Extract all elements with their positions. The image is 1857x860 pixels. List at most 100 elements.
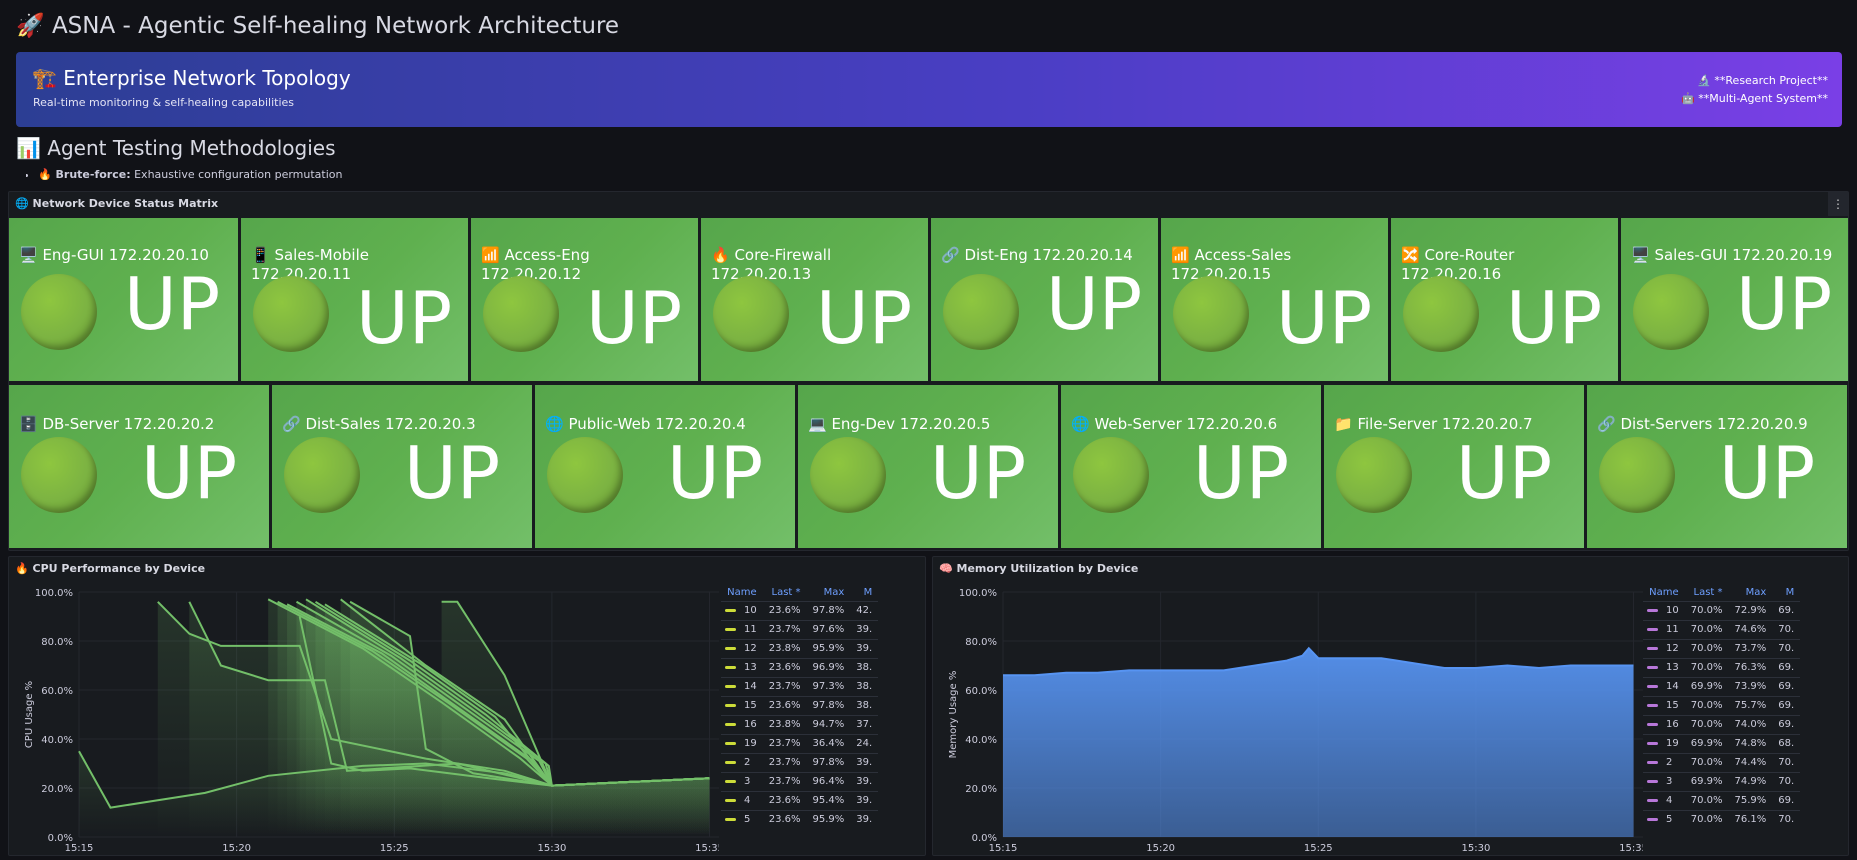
legend-row[interactable]: 10 23.6% 97.8% 42.	[721, 600, 879, 620]
legend-series-name: 16	[1643, 714, 1685, 734]
legend-header[interactable]: Max	[1729, 585, 1773, 601]
series-swatch-icon	[1647, 627, 1658, 631]
device-status-tile[interactable]: 🖥️ Sales-GUI 172.20.20.19 UP	[1621, 218, 1848, 381]
device-status-tile[interactable]: 📶 Access-Sales 172.20.20.15 UP	[1161, 218, 1388, 381]
legend-value: 23.8%	[762, 714, 807, 734]
legend-row[interactable]: 10 70.0% 72.9% 69.	[1643, 600, 1801, 620]
legend-name-text: 15	[1666, 700, 1679, 711]
y-tick-label: 80.0%	[41, 637, 73, 648]
legend-value: 96.4%	[806, 771, 851, 791]
legend-header[interactable]: M	[1772, 585, 1800, 601]
legend-header[interactable]: Last *	[763, 585, 807, 601]
legend-row[interactable]: 19 69.9% 74.8% 68.	[1643, 733, 1801, 753]
status-value: UP	[930, 431, 1027, 515]
series-swatch-icon	[725, 722, 736, 726]
legend-row[interactable]: 19 23.7% 36.4% 24.	[721, 733, 879, 753]
legend-value: 23.6%	[762, 657, 807, 677]
device-status-tile[interactable]: 🔥 Core-Firewall 172.20.20.13 UP	[701, 218, 928, 381]
memory-panel: 🧠 Memory Utilization by Device 0.0% 20.0%…	[932, 556, 1849, 856]
series-swatch-icon	[1647, 760, 1658, 764]
cpu-chart[interactable]: 0.0%20.0%40.0%60.0%80.0%100.0%15:15 15:20…	[9, 567, 719, 857]
legend-header[interactable]: Max	[807, 585, 851, 601]
device-status-tile[interactable]: 🖥️ Eng-GUI 172.20.20.10 UP	[9, 218, 238, 381]
legend-series-name: 16	[721, 714, 763, 734]
legend-value: 74.4%	[1728, 752, 1773, 772]
x-tick-label: 15:30	[537, 843, 566, 854]
status-value: UP	[1193, 431, 1290, 515]
legend-value: 72.9%	[1728, 600, 1773, 620]
legend-series-name: 5	[1643, 809, 1685, 829]
device-status-tile[interactable]: 📶 Access-Eng 172.20.20.12 UP	[471, 218, 698, 381]
memory-chart[interactable]: 0.0%20.0%40.0%60.0%80.0%100.0%15:15 15:20…	[933, 567, 1643, 857]
y-axis-label: CPU Usage %	[24, 681, 35, 748]
legend-row[interactable]: 5 70.0% 76.1% 70.	[1643, 809, 1801, 829]
legend-value: 39.	[850, 809, 879, 829]
method-name: 🔥 Brute-force:	[38, 168, 131, 180]
legend-row[interactable]: 14 23.7% 97.3% 38.	[721, 676, 879, 696]
legend-name-text: 3	[744, 776, 751, 787]
series-swatch-icon	[1647, 741, 1658, 745]
device-status-tile[interactable]: 🔗 Dist-Eng 172.20.20.14 UP	[931, 218, 1158, 381]
series-swatch-icon	[1647, 608, 1658, 612]
legend-name-text: 19	[1666, 738, 1679, 749]
legend-value: 95.9%	[806, 638, 851, 658]
legend-value: 37.	[850, 714, 879, 734]
legend-header[interactable]: Name	[721, 585, 763, 601]
legend-row[interactable]: 11 70.0% 74.6% 70.	[1643, 619, 1801, 639]
legend-value: 70.0%	[1684, 809, 1729, 829]
status-value: UP	[141, 431, 238, 515]
device-status-tile[interactable]: 🌐 Web-Server 172.20.20.6 UP	[1061, 385, 1321, 548]
device-status-tile[interactable]: 🌐 Public-Web 172.20.20.4 UP	[535, 385, 795, 548]
legend-header[interactable]: Name	[1643, 585, 1685, 601]
legend-row[interactable]: 2 70.0% 74.4% 70.	[1643, 752, 1801, 772]
series-swatch-icon	[725, 646, 736, 650]
legend-row[interactable]: 3 69.9% 74.9% 70.	[1643, 771, 1801, 791]
legend-row[interactable]: 12 23.8% 95.9% 39.	[721, 638, 879, 658]
device-status-tile[interactable]: 💻 Eng-Dev 172.20.20.5 UP	[798, 385, 1058, 548]
legend-value: 23.6%	[762, 695, 807, 715]
panel-menu-icon[interactable]: ⋮	[1828, 192, 1848, 216]
legend-series-name: 14	[1643, 676, 1685, 696]
x-tick-label: 15:15	[65, 843, 94, 854]
status-value: UP	[1046, 262, 1143, 346]
legend-row[interactable]: 4 70.0% 75.9% 69.	[1643, 790, 1801, 810]
legend-name-text: 5	[744, 814, 751, 826]
legend-series-name: 19	[721, 733, 763, 753]
legend-value: 70.0%	[1684, 600, 1729, 620]
device-status-tile[interactable]: 🗄️ DB-Server 172.20.20.2 UP	[9, 385, 269, 548]
legend-header[interactable]: M	[850, 585, 878, 601]
device-status-tile[interactable]: 📱 Sales-Mobile 172.20.20.11 UP	[241, 218, 468, 381]
legend-header[interactable]: Last *	[1685, 585, 1729, 601]
legend-row[interactable]: 4 23.6% 95.4% 39.	[721, 790, 879, 810]
device-status-tile[interactable]: 📁 File-Server 172.20.20.7 UP	[1324, 385, 1584, 548]
legend-row[interactable]: 15 70.0% 75.7% 69.	[1643, 695, 1801, 715]
legend-row[interactable]: 3 23.7% 96.4% 39.	[721, 771, 879, 791]
legend-row[interactable]: 5 23.6% 95.9% 39.	[721, 809, 879, 829]
legend-value: 23.7%	[762, 619, 807, 639]
legend-name-text: 5	[1666, 814, 1673, 826]
legend-value: 39.	[850, 790, 879, 810]
legend-row[interactable]: 11 23.7% 97.6% 39.	[721, 619, 879, 639]
legend-value: 23.6%	[762, 809, 807, 829]
legend-series-name: 10	[1643, 600, 1685, 620]
series-area	[1003, 648, 1634, 837]
legend-row[interactable]: 13 70.0% 76.3% 69.	[1643, 657, 1801, 677]
device-status-tile[interactable]: 🔗 Dist-Sales 172.20.20.3 UP	[272, 385, 532, 548]
banner-tag-research: 🔬 **Research Project**	[1697, 74, 1828, 87]
legend-value: 70.	[1772, 638, 1801, 658]
device-status-tile[interactable]: 🔗 Dist-Servers 172.20.20.9 UP	[1587, 385, 1847, 548]
legend-row[interactable]: 12 70.0% 73.7% 70.	[1643, 638, 1801, 658]
legend-series-name: 10	[721, 600, 763, 620]
legend-row[interactable]: 16 23.8% 94.7% 37.	[721, 714, 879, 734]
legend-row[interactable]: 14 69.9% 73.9% 69.	[1643, 676, 1801, 696]
legend-row[interactable]: 2 23.7% 97.8% 39.	[721, 752, 879, 772]
legend-value: 70.0%	[1684, 695, 1729, 715]
legend-row[interactable]: 16 70.0% 74.0% 69.	[1643, 714, 1801, 734]
legend-value: 74.9%	[1728, 771, 1773, 791]
device-status-tile[interactable]: 🔀 Core-Router 172.20.20.16 UP	[1391, 218, 1618, 381]
legend-value: 97.8%	[806, 752, 851, 772]
green-circle-icon	[21, 437, 97, 513]
legend-value: 39.	[850, 619, 879, 639]
legend-row[interactable]: 13 23.6% 96.9% 38.	[721, 657, 879, 677]
legend-row[interactable]: 15 23.6% 97.8% 38.	[721, 695, 879, 715]
